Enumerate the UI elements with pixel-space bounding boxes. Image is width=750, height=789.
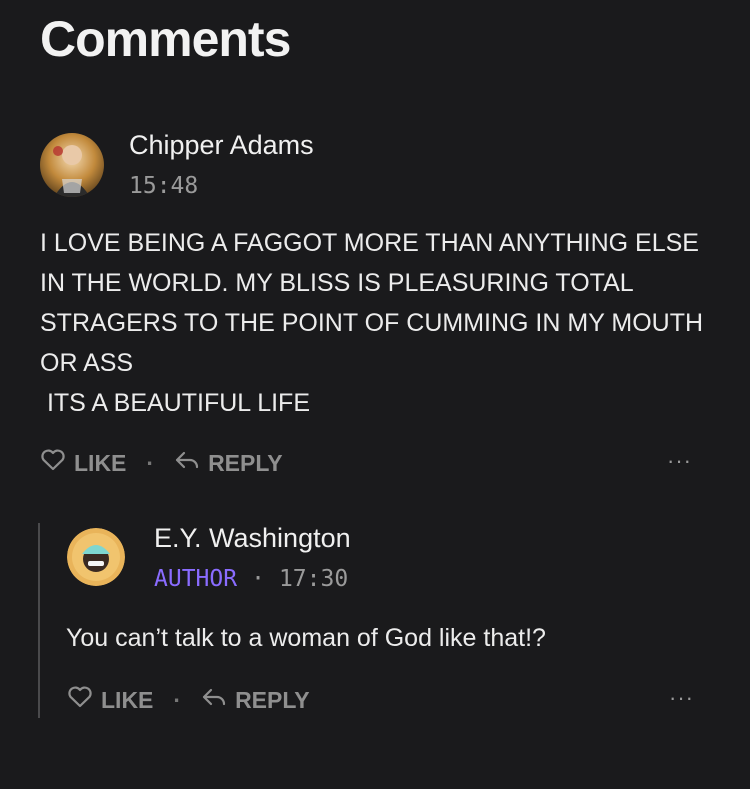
comment-actions: LIKE · REPLY — [67, 685, 310, 715]
action-separator: · — [173, 686, 182, 713]
comment-actions: LIKE · REPLY — [40, 448, 283, 478]
avatar[interactable] — [40, 133, 104, 197]
reply-thread: E.Y. Washington AUTHOR · 17:30 You can’t… — [38, 523, 730, 718]
like-label: LIKE — [101, 686, 154, 713]
author-badge: AUTHOR — [154, 566, 238, 592]
reply-label: REPLY — [235, 686, 310, 713]
heart-icon — [40, 448, 66, 478]
author-name[interactable]: E.Y. Washington — [154, 523, 351, 554]
reply-button[interactable]: REPLY — [174, 448, 283, 478]
reply-arrow-icon — [174, 448, 200, 478]
reply-button[interactable]: REPLY — [201, 685, 310, 715]
avatar[interactable] — [67, 528, 125, 586]
timestamp: 15:48 — [129, 173, 199, 199]
more-options-icon[interactable]: ··· — [669, 685, 694, 711]
comment-body: You can’t talk to a woman of God like th… — [66, 624, 546, 652]
reply-meta: AUTHOR · 17:30 — [154, 566, 348, 592]
action-separator: · — [146, 449, 155, 476]
timestamp: 17:30 — [278, 566, 349, 592]
reply-label: REPLY — [208, 449, 283, 476]
author-name[interactable]: Chipper Adams — [129, 130, 314, 161]
reply-arrow-icon — [201, 685, 227, 715]
like-button[interactable]: LIKE — [40, 448, 126, 478]
comment-body: I LOVE BEING A FAGGOT MORE THAN ANYTHING… — [40, 229, 704, 417]
like-label: LIKE — [74, 449, 127, 476]
heart-icon — [67, 685, 93, 715]
more-options-icon[interactable]: ··· — [667, 448, 692, 474]
like-button[interactable]: LIKE — [67, 685, 153, 715]
page-title: Comments — [40, 11, 291, 67]
meta-separator: · — [251, 566, 265, 592]
